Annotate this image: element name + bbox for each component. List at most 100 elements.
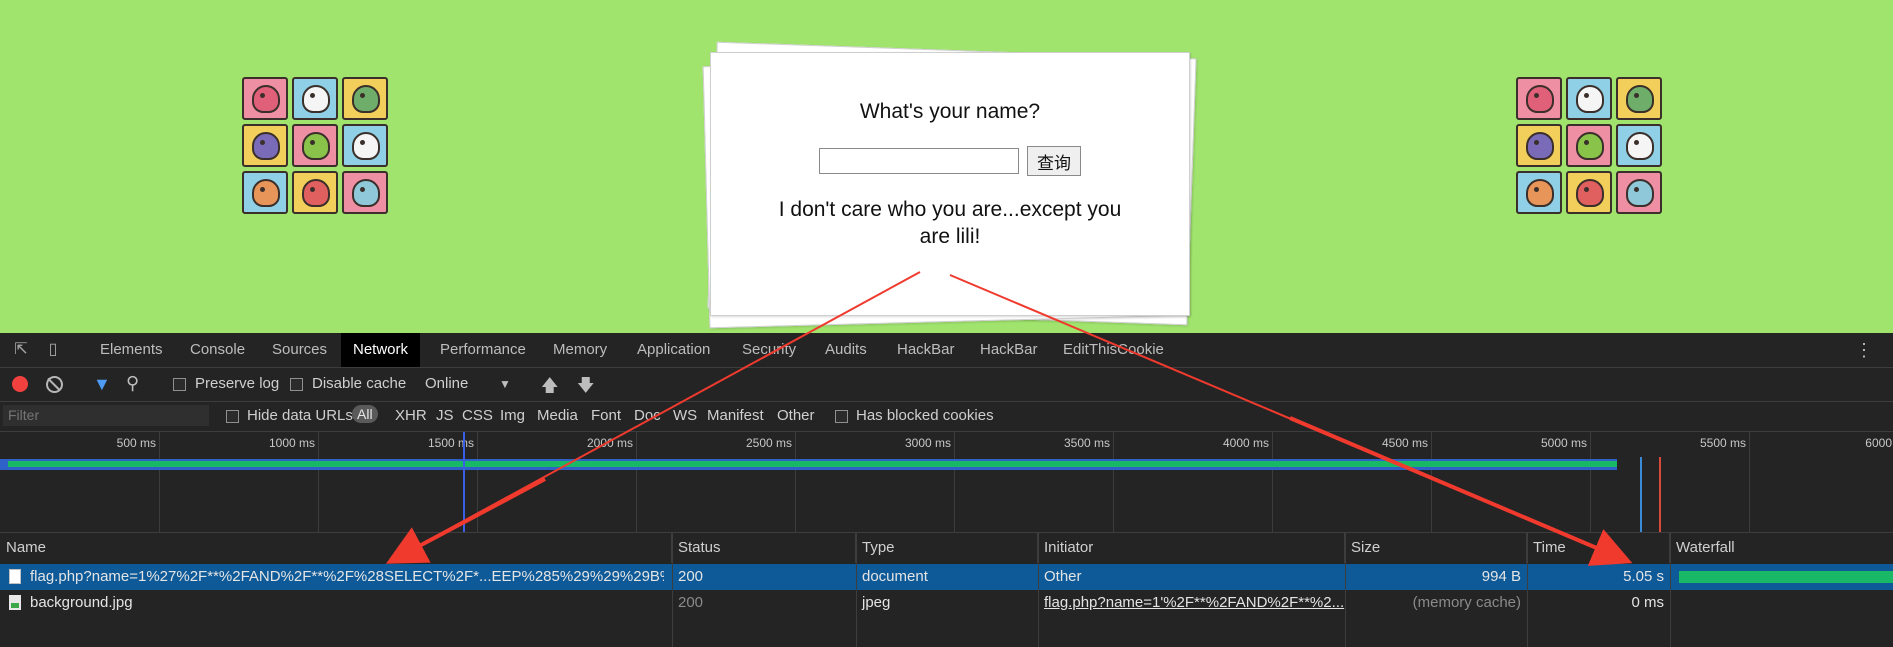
- tab-audits[interactable]: Audits: [813, 333, 879, 367]
- column-header-status[interactable]: Status: [672, 533, 856, 563]
- filter-type-all[interactable]: All: [352, 405, 378, 423]
- filter-type-css[interactable]: CSS: [462, 407, 493, 424]
- column-divider: [1527, 533, 1528, 647]
- hide-data-urls-checkbox[interactable]: [226, 410, 239, 423]
- card-message: I don't care who you are...except you ar…: [778, 198, 1122, 248]
- filter-icon[interactable]: ▼: [93, 374, 111, 395]
- timeline-tick-label: 3500 ms: [1063, 436, 1110, 450]
- animal-tile-icon: [292, 171, 338, 214]
- column-header-time[interactable]: Time: [1527, 533, 1670, 563]
- column-divider: [1038, 533, 1039, 647]
- filter-type-doc[interactable]: Doc: [634, 407, 661, 424]
- has-blocked-cookies-checkbox[interactable]: [835, 410, 848, 423]
- hide-data-urls-label: Hide data URLs: [247, 407, 353, 424]
- card-title: What's your name?: [859, 100, 1041, 123]
- row-status: 200: [678, 568, 704, 585]
- tab-sources[interactable]: Sources: [260, 333, 339, 367]
- timeline-tick-label: 2000 ms: [586, 436, 633, 450]
- timeline-tick-label: 6000: [1865, 436, 1892, 450]
- column-header-size[interactable]: Size: [1345, 533, 1527, 563]
- clear-icon[interactable]: [46, 376, 63, 393]
- row-time: 5.05 s: [1623, 568, 1664, 585]
- tab-hackbar-2[interactable]: HackBar: [968, 333, 1050, 367]
- tab-performance[interactable]: Performance: [428, 333, 538, 367]
- login-card: What's your name? 查询 I don't care who yo…: [710, 52, 1190, 316]
- filter-type-xhr[interactable]: XHR: [395, 407, 427, 424]
- column-divider: [1345, 533, 1346, 647]
- tab-console[interactable]: Console: [178, 333, 257, 367]
- animal-tiles-right: [1516, 77, 1662, 214]
- column-header-initiator[interactable]: Initiator: [1038, 533, 1345, 563]
- query-button[interactable]: 查询: [1027, 146, 1081, 176]
- timeline-tick-label: 500 ms: [116, 436, 156, 450]
- network-overview-timeline[interactable]: 500 ms 1000 ms 1500 ms 2000 ms 2500 ms 3…: [0, 432, 1893, 533]
- disable-cache-label: Disable cache: [312, 375, 407, 392]
- timeline-tick-label: 1500 ms: [427, 436, 474, 450]
- timeline-tick-label: 4000 ms: [1222, 436, 1269, 450]
- filter-input[interactable]: [3, 405, 209, 426]
- tab-editthiscookie[interactable]: EditThisCookie: [1051, 333, 1176, 367]
- preserve-log-checkbox[interactable]: [173, 378, 186, 391]
- image-file-icon: [9, 595, 21, 610]
- timeline-gridline: [1431, 432, 1432, 532]
- row-initiator-link[interactable]: flag.php?name=1'%2F**%2FAND%2F**%2...: [1038, 590, 1345, 616]
- device-toolbar-icon[interactable]: ▯: [44, 341, 62, 359]
- animal-tile-icon: [1516, 171, 1562, 214]
- search-icon[interactable]: ⚲: [126, 373, 139, 394]
- animal-tile-icon: [1516, 124, 1562, 167]
- preserve-log-label: Preserve log: [195, 375, 280, 392]
- import-har-icon[interactable]: 🡅: [541, 373, 558, 402]
- animal-tile-icon: [1566, 77, 1612, 120]
- tab-application[interactable]: Application: [625, 333, 722, 367]
- load-marker: [1659, 457, 1661, 532]
- animal-tile-icon: [292, 77, 338, 120]
- row-size: (memory cache): [1412, 594, 1521, 611]
- column-header-waterfall[interactable]: Waterfall: [1670, 533, 1893, 563]
- timeline-gridline: [1113, 432, 1114, 532]
- devtools-tabbar: ⇱ ▯ Elements Console Sources Network Per…: [0, 333, 1893, 368]
- timeline-gridline: [1272, 432, 1273, 532]
- animal-tile-icon: [1566, 124, 1612, 167]
- animal-tile-icon: [1616, 124, 1662, 167]
- timeline-tick-label: 2500 ms: [745, 436, 792, 450]
- tab-elements[interactable]: Elements: [88, 333, 175, 367]
- row-size: 994 B: [1481, 568, 1521, 585]
- name-input[interactable]: [819, 148, 1019, 174]
- animal-tile-icon: [1516, 77, 1562, 120]
- record-icon[interactable]: [12, 376, 28, 392]
- disable-cache-checkbox[interactable]: [290, 378, 303, 391]
- column-header-name[interactable]: Name: [0, 533, 672, 563]
- filter-type-other[interactable]: Other: [777, 407, 815, 424]
- row-initiator: Other: [1044, 568, 1082, 585]
- inspect-element-icon[interactable]: ⇱: [12, 341, 30, 359]
- more-options-icon[interactable]: ⋮: [1855, 340, 1873, 361]
- column-divider: [672, 533, 673, 647]
- animal-tile-icon: [242, 171, 288, 214]
- filter-type-font[interactable]: Font: [591, 407, 621, 424]
- column-header-type[interactable]: Type: [856, 533, 1038, 563]
- filter-type-media[interactable]: Media: [537, 407, 578, 424]
- domcontentloaded-marker: [463, 432, 465, 532]
- tab-network[interactable]: Network: [341, 333, 421, 367]
- table-row[interactable]: background.jpg 200 jpeg flag.php?name=1'…: [0, 590, 1893, 616]
- filter-type-manifest[interactable]: Manifest: [707, 407, 764, 424]
- timeline-tick-label: 4500 ms: [1381, 436, 1428, 450]
- waterfall-bar: [1679, 571, 1893, 583]
- web-page: What's your name? 查询 I don't care who yo…: [0, 0, 1893, 333]
- timeline-gridline: [1749, 432, 1750, 532]
- row-time: 0 ms: [1631, 594, 1664, 611]
- timeline-request-bar-fill: [8, 461, 1617, 467]
- tab-security[interactable]: Security: [730, 333, 808, 367]
- filter-type-img[interactable]: Img: [500, 407, 525, 424]
- table-row[interactable]: flag.php?name=1%27%2F**%2FAND%2F**%2F%28…: [0, 564, 1893, 590]
- timeline-gridline: [954, 432, 955, 532]
- tab-memory[interactable]: Memory: [541, 333, 619, 367]
- row-status: 200: [678, 594, 704, 611]
- filter-type-ws[interactable]: WS: [673, 407, 697, 424]
- filter-type-js[interactable]: JS: [436, 407, 454, 424]
- animal-tile-icon: [242, 124, 288, 167]
- row-type: document: [862, 568, 928, 585]
- tab-hackbar[interactable]: HackBar: [885, 333, 967, 367]
- export-har-icon[interactable]: 🡇: [577, 373, 594, 402]
- network-toolbar: ▼ ⚲ Preserve log Disable cache Online ▼ …: [0, 368, 1893, 402]
